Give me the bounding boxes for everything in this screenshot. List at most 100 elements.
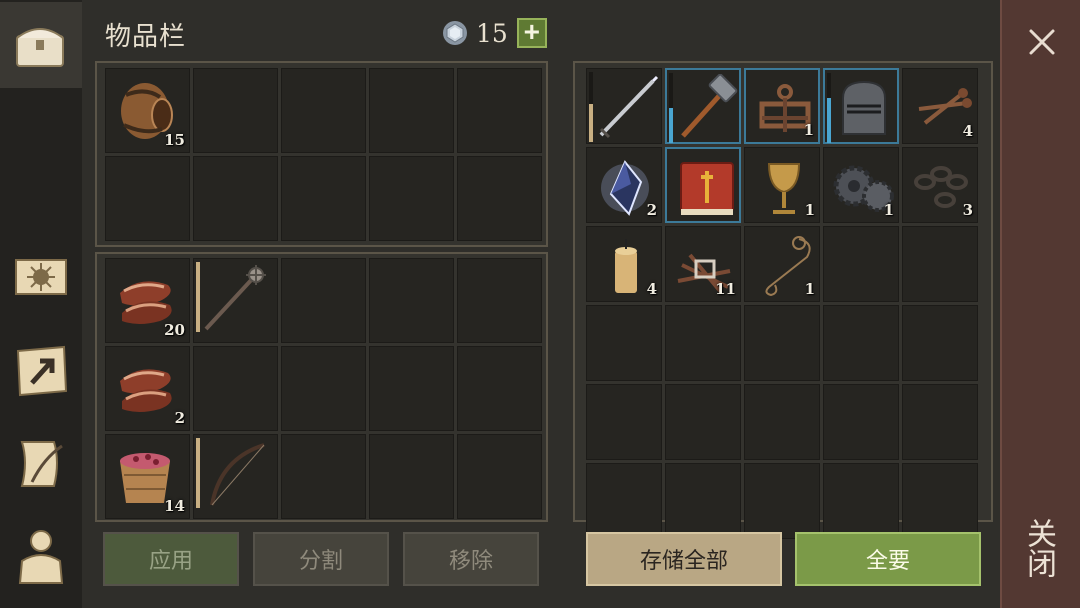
- storage-slot[interactable]: [665, 463, 741, 539]
- item-quantity: 1: [803, 121, 814, 139]
- storage-slot[interactable]: [586, 305, 662, 381]
- knight-helmet-icon: [842, 80, 886, 135]
- hotbar-slot[interactable]: [281, 258, 366, 343]
- storage-slot[interactable]: 4: [586, 226, 662, 302]
- storage-slot[interactable]: [744, 463, 820, 539]
- storage-slot[interactable]: [902, 226, 978, 302]
- storage-slot[interactable]: 2: [586, 147, 662, 223]
- backpack-slot[interactable]: [457, 156, 542, 241]
- left-nav: [0, 0, 82, 608]
- item-quantity: 1: [804, 201, 815, 219]
- storage-slot[interactable]: [823, 226, 899, 302]
- storage-slot[interactable]: [665, 147, 741, 223]
- bow-icon: [210, 443, 265, 506]
- backpack-slot[interactable]: [193, 156, 278, 241]
- hotbar-slot[interactable]: [193, 346, 278, 431]
- map-arrow-icon: [16, 345, 68, 397]
- add-currency-button[interactable]: +: [516, 18, 547, 48]
- storage-slot[interactable]: 1: [744, 147, 820, 223]
- storage-slot[interactable]: [823, 463, 899, 539]
- hotbar-slot[interactable]: [369, 434, 454, 519]
- item-quantity: 11: [715, 280, 736, 298]
- item-quantity: 1: [883, 201, 894, 219]
- scroll-quill-icon: [20, 441, 63, 487]
- item-quantity: 4: [646, 280, 657, 298]
- hotbar-slot[interactable]: [369, 258, 454, 343]
- item-quantity: 15: [164, 131, 185, 149]
- tab-character[interactable]: [0, 513, 82, 599]
- remove-button[interactable]: 移除: [403, 532, 539, 586]
- storage-slot[interactable]: [823, 68, 899, 144]
- tab-inventory[interactable]: [0, 2, 82, 88]
- apply-button[interactable]: 应用: [103, 532, 239, 586]
- take-all-button[interactable]: 全要: [795, 532, 981, 586]
- item-quantity: 2: [174, 409, 185, 427]
- backpack-slot[interactable]: [105, 156, 190, 241]
- hotbar-slot[interactable]: [281, 346, 366, 431]
- storage-slot[interactable]: 1: [744, 68, 820, 144]
- page-title: 物品栏: [105, 22, 187, 52]
- tab-skills[interactable]: [0, 234, 82, 320]
- backpack-grid: 15: [105, 68, 542, 241]
- tab-map[interactable]: [0, 327, 82, 413]
- storage-slot[interactable]: 4: [902, 68, 978, 144]
- storage-slot[interactable]: 3: [902, 147, 978, 223]
- item-quantity: 20: [164, 321, 185, 339]
- storage-slot[interactable]: [744, 384, 820, 460]
- item-quantity: 4: [962, 122, 973, 140]
- hotbar-slot[interactable]: [193, 434, 278, 519]
- storage-slot[interactable]: [744, 305, 820, 381]
- backpack-slot[interactable]: [369, 156, 454, 241]
- hammer-icon: [681, 74, 738, 138]
- close-x-icon[interactable]: [1026, 26, 1058, 58]
- hotbar-slot[interactable]: [457, 258, 542, 343]
- backpack-slot[interactable]: [281, 68, 366, 153]
- hotbar-slot[interactable]: 14: [105, 434, 190, 519]
- hotbar-slot[interactable]: [457, 434, 542, 519]
- backpack-slot[interactable]: [193, 68, 278, 153]
- hotbar-slot[interactable]: 20: [105, 258, 190, 343]
- item-quantity: 3: [962, 201, 973, 219]
- hotbar-slot[interactable]: [457, 346, 542, 431]
- hotbar-grid: 20 2 14: [105, 258, 542, 519]
- spiked-mace-icon: [204, 265, 266, 331]
- storage-slot[interactable]: [586, 384, 662, 460]
- storage-slot[interactable]: [902, 305, 978, 381]
- storage-slot[interactable]: [665, 68, 741, 144]
- close-label[interactable]: 关闭: [1021, 518, 1060, 578]
- tab-quests[interactable]: [0, 420, 82, 506]
- hotbar-slot[interactable]: [193, 258, 278, 343]
- backpack-slot[interactable]: [457, 68, 542, 153]
- item-quantity: 14: [164, 497, 185, 515]
- backpack-slot[interactable]: 15: [105, 68, 190, 153]
- storage-slot[interactable]: 11: [665, 226, 741, 302]
- sun-book-icon: [15, 259, 67, 295]
- sword-icon: [599, 75, 659, 139]
- storage-slot[interactable]: [902, 463, 978, 539]
- storage-slot[interactable]: [586, 463, 662, 539]
- hotbar-slot[interactable]: [369, 346, 454, 431]
- character-icon: [18, 530, 64, 584]
- storage-slot[interactable]: 1: [823, 147, 899, 223]
- storage-slot[interactable]: [823, 384, 899, 460]
- storage-grid: 1 4 2 1 1 3 4 11 1: [586, 68, 978, 539]
- backpack-slot[interactable]: [369, 68, 454, 153]
- store-all-button[interactable]: 存储全部: [586, 532, 782, 586]
- split-button[interactable]: 分割: [253, 532, 389, 586]
- silver-gem-icon: [443, 21, 467, 45]
- storage-slot[interactable]: 1: [744, 226, 820, 302]
- currency-amount: 15: [476, 18, 508, 48]
- hotbar-slot[interactable]: [281, 434, 366, 519]
- storage-slot[interactable]: [902, 384, 978, 460]
- storage-slot[interactable]: [665, 305, 741, 381]
- storage-slot[interactable]: [586, 68, 662, 144]
- close-panel[interactable]: 关闭: [1000, 0, 1080, 608]
- storage-slot[interactable]: [823, 305, 899, 381]
- chest-icon: [16, 28, 64, 67]
- backpack-slot[interactable]: [281, 156, 366, 241]
- currency-display: 15 +: [442, 17, 547, 49]
- meat-icon: [120, 369, 172, 412]
- item-quantity: 2: [646, 201, 657, 219]
- hotbar-slot[interactable]: 2: [105, 346, 190, 431]
- storage-slot[interactable]: [665, 384, 741, 460]
